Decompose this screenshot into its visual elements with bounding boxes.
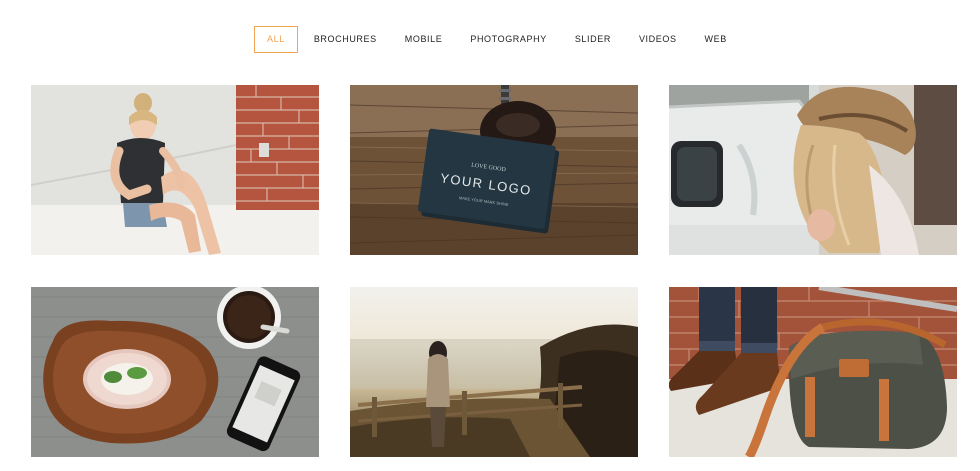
portfolio-item-woman-hat-truck[interactable] — [669, 85, 957, 255]
photo-woman-hat-truck — [669, 85, 957, 255]
portfolio-grid: LOVE GOOD YOUR LOGO MAKE YOUR MARK SHINE — [0, 0, 980, 471]
photo-sunset-fence — [350, 287, 638, 457]
photo-woman-brick-wall — [31, 85, 319, 255]
portfolio-item-sunset-fence[interactable] — [350, 287, 638, 457]
portfolio-item-business-cards[interactable]: LOVE GOOD YOUR LOGO MAKE YOUR MARK SHINE — [350, 85, 638, 255]
portfolio-item-boots-bag[interactable] — [669, 287, 957, 457]
portfolio-item-breakfast-table[interactable] — [31, 287, 319, 457]
portfolio-item-woman-brick-wall[interactable] — [31, 85, 319, 255]
photo-breakfast-table — [31, 287, 319, 457]
photo-boots-bag — [669, 287, 957, 457]
photo-business-cards: LOVE GOOD YOUR LOGO MAKE YOUR MARK SHINE — [350, 85, 638, 255]
